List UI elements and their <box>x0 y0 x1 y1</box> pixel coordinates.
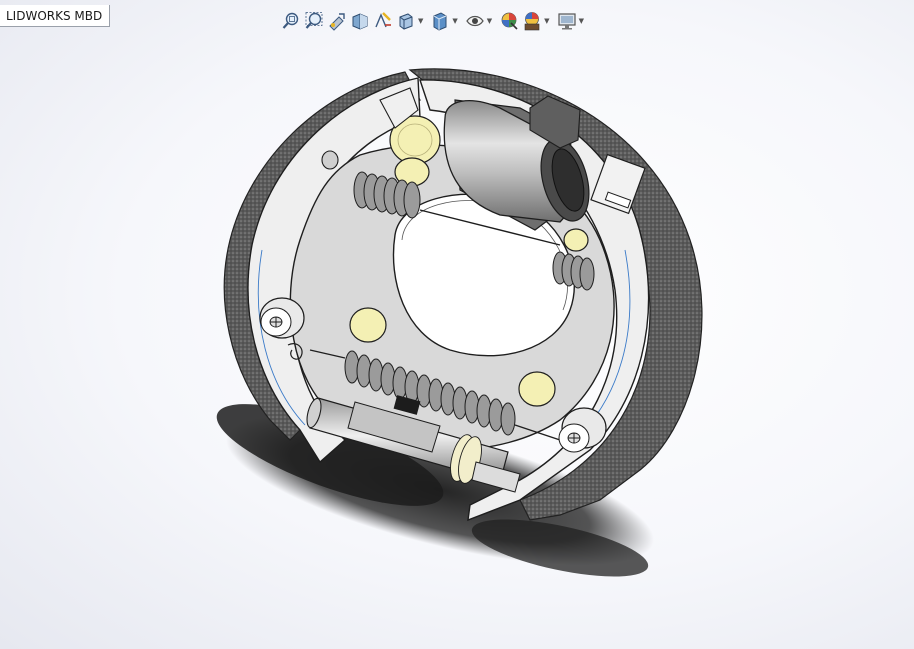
display-style-icon <box>433 12 447 31</box>
chevron-down-icon: ▼ <box>544 17 550 25</box>
apply-scene-icon <box>524 12 540 31</box>
zoom-to-area-button[interactable] <box>303 9 325 33</box>
rivet <box>518 371 556 407</box>
edit-appearance-button[interactable] <box>498 9 520 33</box>
command-manager-tab[interactable]: LIDWORKS MBD <box>0 5 111 27</box>
dynamic-annotation-view-button[interactable] <box>372 9 394 33</box>
apply-scene-button[interactable]: ▼ <box>521 9 554 33</box>
previous-view-button[interactable] <box>326 9 348 33</box>
edit-appearance-icon <box>501 12 518 30</box>
rivet <box>321 150 339 170</box>
rivet <box>349 307 387 343</box>
hide-show-items-button[interactable]: ▼ <box>464 9 497 33</box>
zoom-to-area-icon <box>305 12 323 29</box>
dynamic-annotation-view-icon <box>375 12 391 28</box>
view-orientation-button[interactable]: ▼ <box>395 9 428 33</box>
chevron-down-icon: ▼ <box>578 17 584 25</box>
rivet <box>563 228 589 252</box>
heads-up-view-toolbar: ▼ ▼ ▼ ▼ ▼ <box>280 8 589 34</box>
view-setting-icon <box>557 13 576 30</box>
previous-view-icon <box>329 13 345 31</box>
hide-show-items-icon <box>466 15 484 27</box>
graphics-viewport[interactable] <box>0 0 914 649</box>
chevron-down-icon: ▼ <box>418 17 424 25</box>
section-view-button[interactable] <box>349 9 371 33</box>
brake-assembly-model[interactable] <box>0 0 914 649</box>
return-spring-right[interactable] <box>552 251 595 291</box>
chevron-down-icon: ▼ <box>486 17 493 25</box>
view-setting-button[interactable]: ▼ <box>556 9 589 33</box>
chevron-down-icon: ▼ <box>452 17 458 25</box>
display-style-button[interactable]: ▼ <box>429 9 462 33</box>
zoom-to-fit-icon <box>282 12 299 29</box>
view-orientation-icon <box>399 13 413 30</box>
section-view-icon <box>352 13 368 30</box>
zoom-to-fit-button[interactable] <box>280 9 302 33</box>
